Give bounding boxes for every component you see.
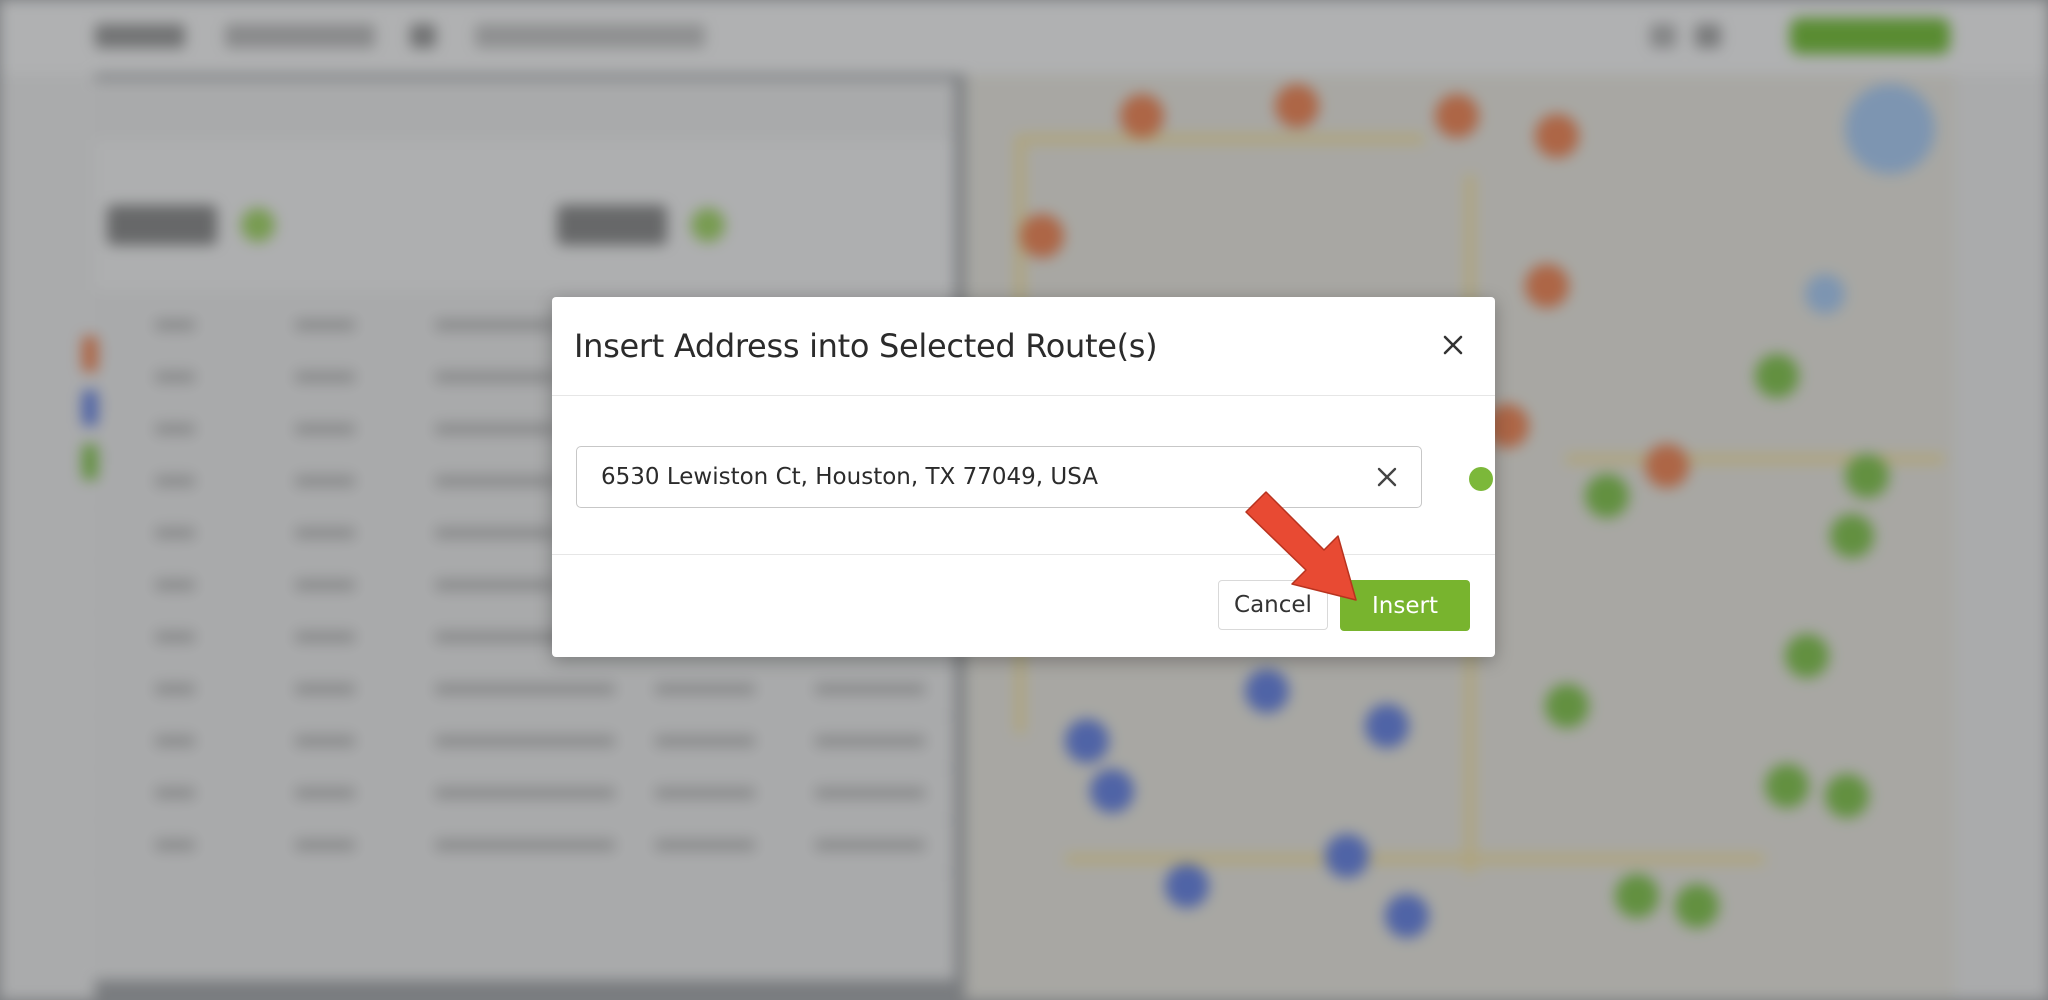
dialog-header: Insert Address into Selected Route(s) <box>552 297 1495 396</box>
insert-button[interactable]: Insert <box>1340 580 1470 631</box>
route-color-dot <box>1469 467 1493 491</box>
dialog-body <box>552 396 1495 555</box>
dialog-title: Insert Address into Selected Route(s) <box>574 327 1158 365</box>
insert-address-dialog: Insert Address into Selected Route(s) Ca… <box>552 297 1495 657</box>
dialog-footer: Cancel Insert <box>552 555 1495 657</box>
clear-icon[interactable] <box>1374 464 1400 490</box>
address-field <box>576 446 1493 510</box>
close-icon[interactable] <box>1438 330 1468 360</box>
cancel-button[interactable]: Cancel <box>1218 580 1328 630</box>
address-input[interactable] <box>576 446 1422 508</box>
